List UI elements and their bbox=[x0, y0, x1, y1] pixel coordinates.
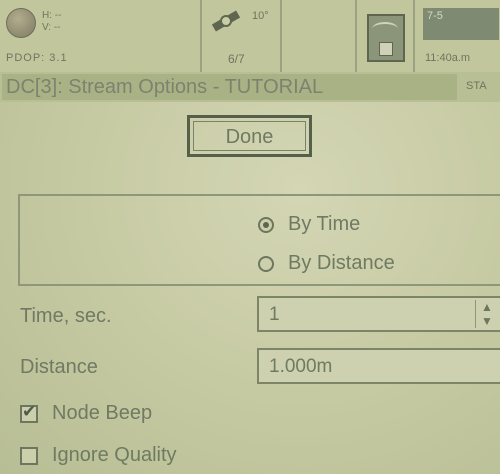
checkbox-label: Ignore Quality bbox=[52, 444, 177, 466]
radio-unselected-icon bbox=[258, 255, 274, 272]
satellite-count: 6/7 bbox=[228, 52, 245, 66]
radio-by-time[interactable]: By Time bbox=[258, 213, 360, 236]
radio-label: By Time bbox=[288, 213, 361, 235]
checkbox-checked-icon: ✔ bbox=[20, 401, 38, 423]
title-bar: DC[3]: Stream Options - TUTORIAL STA bbox=[0, 72, 500, 102]
tilt-value: 10° bbox=[252, 10, 269, 22]
status-cell-empty bbox=[280, 0, 357, 72]
distance-value: 1.000m bbox=[269, 356, 333, 377]
distance-label: Distance bbox=[20, 356, 98, 378]
checkbox-label: Node Beep bbox=[52, 402, 153, 424]
title-tag: STA bbox=[466, 80, 487, 92]
time-input[interactable]: 1 ▲ ▼ bbox=[257, 296, 500, 332]
node-beep-checkbox[interactable]: ✔ Node Beep bbox=[20, 402, 152, 425]
checkbox-unchecked-icon bbox=[20, 446, 38, 465]
clock-cell[interactable]: 7-5 11:40a.m bbox=[413, 0, 500, 72]
radio-indicator: 7-5 bbox=[423, 8, 499, 40]
clock-time: 11:40a.m bbox=[425, 52, 471, 64]
spin-button[interactable]: ▲ ▼ bbox=[475, 300, 498, 328]
satellite-icon bbox=[211, 10, 241, 32]
page-title: DC[3]: Stream Options - TUTORIAL bbox=[2, 74, 457, 100]
radio-label: By Distance bbox=[288, 252, 395, 274]
storage-cell[interactable] bbox=[355, 0, 415, 72]
vertical-precision: V: -- bbox=[42, 22, 61, 33]
device-screen: H: -- V: -- PDOP: 3.1 10° 6/7 7-5 11:40a… bbox=[0, 0, 500, 474]
time-value: 1 bbox=[269, 304, 280, 325]
distance-input[interactable]: 1.000m bbox=[257, 348, 500, 384]
radio-selected-icon bbox=[258, 216, 274, 233]
gps-status-icon bbox=[6, 8, 36, 38]
done-button[interactable]: Done bbox=[187, 115, 312, 157]
done-button-label: Done bbox=[193, 121, 306, 151]
time-label: Time, sec. bbox=[20, 305, 112, 327]
status-bar: H: -- V: -- PDOP: 3.1 10° 6/7 7-5 11:40a… bbox=[0, 0, 500, 74]
horizontal-precision: H: -- bbox=[42, 10, 62, 21]
pdop-value: PDOP: 3.1 bbox=[6, 52, 68, 64]
storage-icon bbox=[367, 14, 405, 62]
satellite-cell[interactable]: 10° 6/7 bbox=[200, 0, 282, 72]
gps-status-cell[interactable]: H: -- V: -- PDOP: 3.1 bbox=[0, 0, 202, 72]
ignore-quality-checkbox[interactable]: Ignore Quality bbox=[20, 444, 177, 467]
radio-by-distance[interactable]: By Distance bbox=[258, 252, 395, 275]
